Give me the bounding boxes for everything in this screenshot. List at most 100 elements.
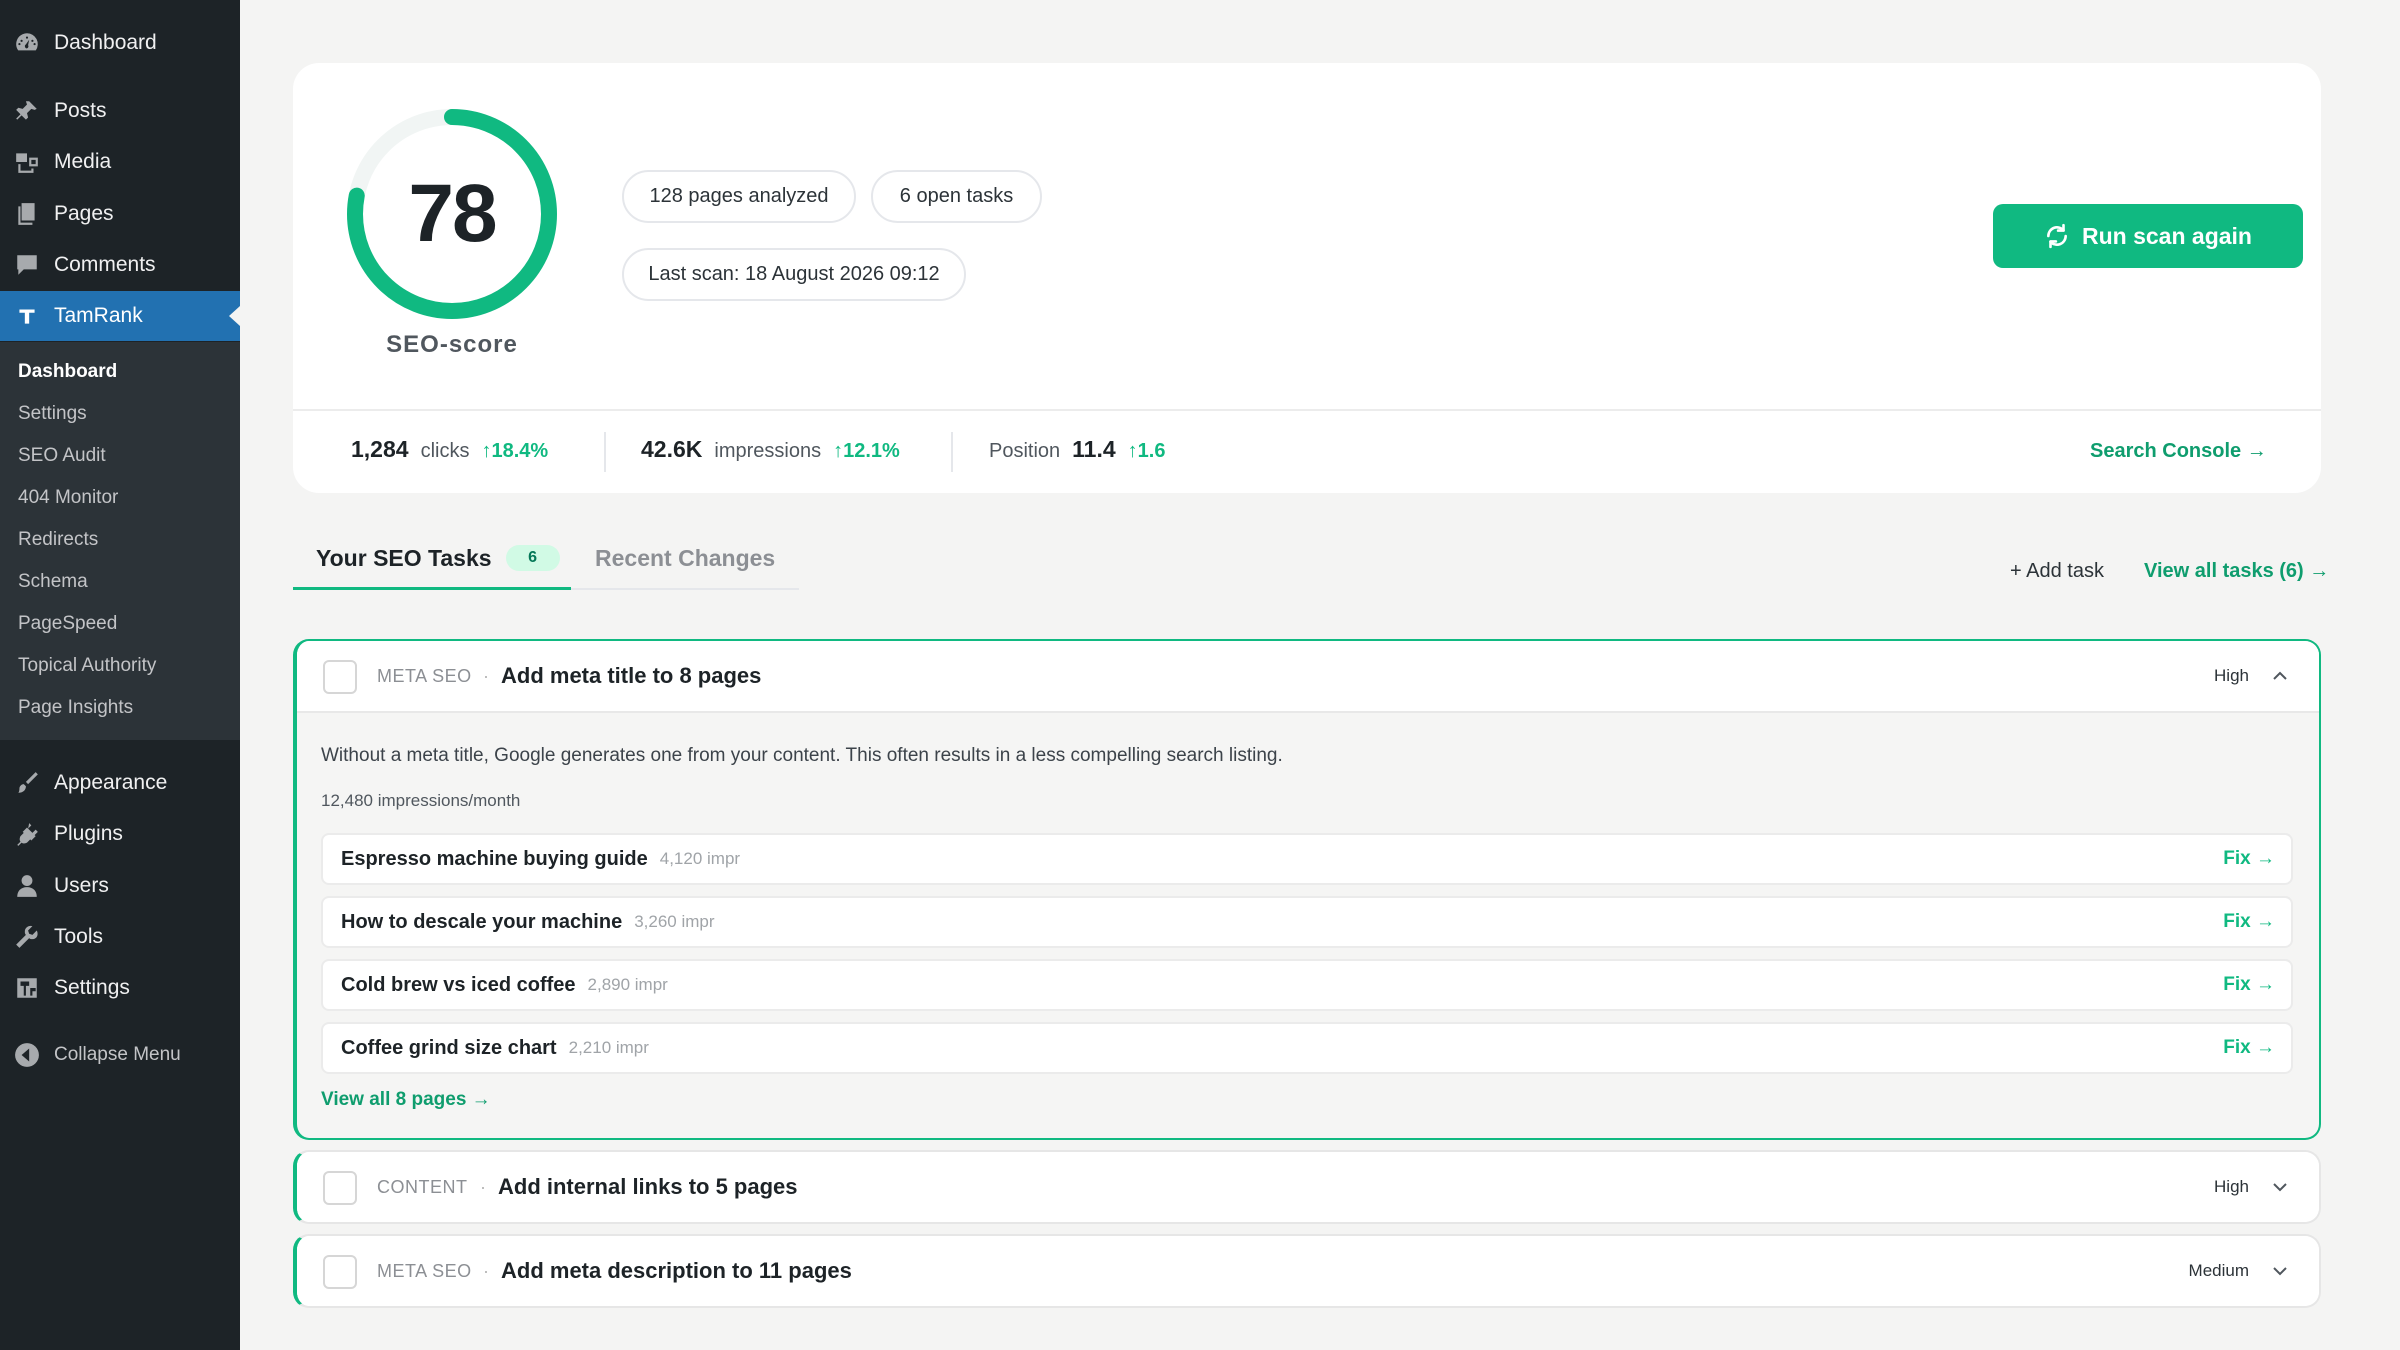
fix-link[interactable]: Fix → <box>2223 974 2275 996</box>
task-title: Add internal links to 5 pages <box>498 1174 798 1199</box>
menu-comments[interactable]: Comments <box>0 240 240 290</box>
search-console-link[interactable]: Search Console → <box>2090 440 2267 463</box>
menu-media-label: Media <box>54 150 112 173</box>
menu-users[interactable]: Users <box>0 861 240 911</box>
impressions-delta: ↑12.1% <box>833 440 900 462</box>
separator-dot: · <box>480 1176 486 1197</box>
task-panel-meta-description: META SEO · Add meta description to 11 pa… <box>293 1234 2321 1308</box>
menu-settings-label: Settings <box>54 976 130 999</box>
submenu-seo-audit[interactable]: SEO Audit <box>18 443 106 469</box>
view-all-tasks-link[interactable]: View all tasks (6) → <box>2144 560 2329 583</box>
menu-tamrank[interactable]: TamRank <box>0 291 240 341</box>
submenu-topical-authority[interactable]: Topical Authority <box>18 653 156 679</box>
position-delta: ↑1.6 <box>1127 440 1166 462</box>
task-panel-internal-links: CONTENT · Add internal links to 5 pages … <box>293 1150 2321 1224</box>
plug-icon <box>14 821 40 847</box>
task-priority: Medium <box>2188 1261 2249 1280</box>
refresh-icon <box>2047 223 2067 249</box>
seo-score-label: SEO-score <box>386 331 518 358</box>
task-header[interactable]: CONTENT · Add internal links to 5 pages … <box>297 1152 2319 1222</box>
task-checkbox[interactable] <box>323 1171 357 1205</box>
stat-separator <box>604 432 606 472</box>
menu-pages-label: Pages <box>54 202 114 225</box>
menu-tools-label: Tools <box>54 925 104 948</box>
chevron-down-icon[interactable] <box>2271 1262 2289 1280</box>
collapse-arrow-icon <box>14 1042 40 1068</box>
comment-icon <box>14 252 40 278</box>
fix-link[interactable]: Fix → <box>2223 911 2275 933</box>
position-delta-value: 1.6 <box>1137 440 1166 462</box>
separator-dot: · <box>483 665 489 686</box>
page-impressions: 2,890 impr <box>587 975 668 994</box>
tab-seo-tasks-label: Your SEO Tasks <box>316 544 492 571</box>
menu-plugins[interactable]: Plugins <box>0 809 240 859</box>
media-icon <box>14 149 40 175</box>
fix-link[interactable]: Fix → <box>2223 1037 2275 1059</box>
task-impressions: 12,480 impressions/month <box>321 791 521 810</box>
separator-dot: · <box>483 1260 489 1281</box>
menu-dashboard-label: Dashboard <box>54 31 157 54</box>
tab-recent-changes[interactable]: Recent Changes <box>595 538 775 578</box>
add-task-button[interactable]: + Add task <box>2010 560 2104 583</box>
page-title: Cold brew vs iced coffee <box>341 973 576 996</box>
clicks-delta: ↑18.4% <box>481 440 549 462</box>
task-priority: High <box>2214 1177 2249 1196</box>
menu-posts-label: Posts <box>54 99 107 122</box>
card-divider <box>293 409 2321 411</box>
menu-pages[interactable]: Pages <box>0 189 240 239</box>
task-header[interactable]: META SEO · Add meta title to 8 pages Hig… <box>297 641 2319 713</box>
task-checkbox[interactable] <box>323 1255 357 1289</box>
paintbrush-icon <box>14 770 40 796</box>
menu-dashboard[interactable]: Dashboard <box>0 18 240 68</box>
pushpin-icon <box>14 98 40 124</box>
submenu-page-insights[interactable]: Page Insights <box>18 695 133 721</box>
submenu-404-monitor[interactable]: 404 Monitor <box>18 485 118 511</box>
tab-baseline <box>571 588 799 590</box>
affected-page-row: Coffee grind size chart 2,210 impr Fix → <box>321 1022 2293 1074</box>
collapse-menu-button[interactable]: Collapse Menu <box>0 1038 240 1072</box>
settings-sliders-icon <box>14 975 40 1001</box>
impressions-delta-value: 12.1% <box>843 440 900 462</box>
view-all-pages-link[interactable]: View all 8 pages → <box>321 1089 491 1111</box>
pages-analyzed-pill: 128 pages analyzed <box>622 170 856 223</box>
menu-settings[interactable]: Settings <box>0 963 240 1013</box>
active-tab-indicator <box>293 587 571 590</box>
fix-link[interactable]: Fix → <box>2223 848 2275 870</box>
submenu-schema[interactable]: Schema <box>18 569 88 595</box>
task-title: Add meta title to 8 pages <box>501 663 762 688</box>
chevron-down-icon[interactable] <box>2271 1178 2289 1196</box>
tab-recent-changes-label: Recent Changes <box>595 544 776 571</box>
affected-page-row: How to descale your machine 3,260 impr F… <box>321 896 2293 948</box>
open-tasks-pill: 6 open tasks <box>871 170 1042 223</box>
page-title: Espresso machine buying guide <box>341 847 648 870</box>
task-panel-meta-title: META SEO · Add meta title to 8 pages Hig… <box>293 639 2321 1140</box>
submenu-settings[interactable]: Settings <box>18 401 87 427</box>
affected-page-row: Cold brew vs iced coffee 2,890 impr Fix … <box>321 959 2293 1011</box>
task-title: Add meta description to 11 pages <box>501 1258 852 1283</box>
clicks-delta-value: 18.4% <box>491 440 549 462</box>
submenu-redirects[interactable]: Redirects <box>18 527 98 553</box>
menu-posts[interactable]: Posts <box>0 86 240 136</box>
menu-tools[interactable]: Tools <box>0 912 240 962</box>
stat-separator <box>951 432 953 472</box>
position-value: 11.4 <box>1072 436 1116 462</box>
seo-score-value: 78 <box>408 168 497 259</box>
chevron-up-icon[interactable] <box>2271 667 2289 685</box>
position-stat: Position 11.4 ↑1.6 <box>989 436 1165 470</box>
menu-users-label: Users <box>54 874 109 897</box>
task-category: META SEO <box>377 1260 472 1281</box>
seo-score-card: 78 SEO-score 128 pages analyzed 6 open t… <box>293 63 2321 493</box>
menu-appearance-label: Appearance <box>54 771 168 794</box>
page-impressions: 2,210 impr <box>568 1038 649 1057</box>
run-scan-button[interactable]: Run scan again <box>1993 204 2303 268</box>
task-checkbox[interactable] <box>323 660 357 694</box>
task-header[interactable]: META SEO · Add meta description to 11 pa… <box>297 1236 2319 1306</box>
submenu-dashboard[interactable]: Dashboard <box>18 359 117 385</box>
submenu-pagespeed[interactable]: PageSpeed <box>18 611 117 637</box>
menu-appearance[interactable]: Appearance <box>0 758 240 808</box>
tab-seo-tasks[interactable]: Your SEO Tasks 6 <box>316 538 560 578</box>
page-impressions: 3,260 impr <box>634 912 715 931</box>
clicks-value: 1,284 <box>351 436 409 462</box>
menu-media[interactable]: Media <box>0 137 240 187</box>
task-category: CONTENT <box>377 1176 468 1197</box>
